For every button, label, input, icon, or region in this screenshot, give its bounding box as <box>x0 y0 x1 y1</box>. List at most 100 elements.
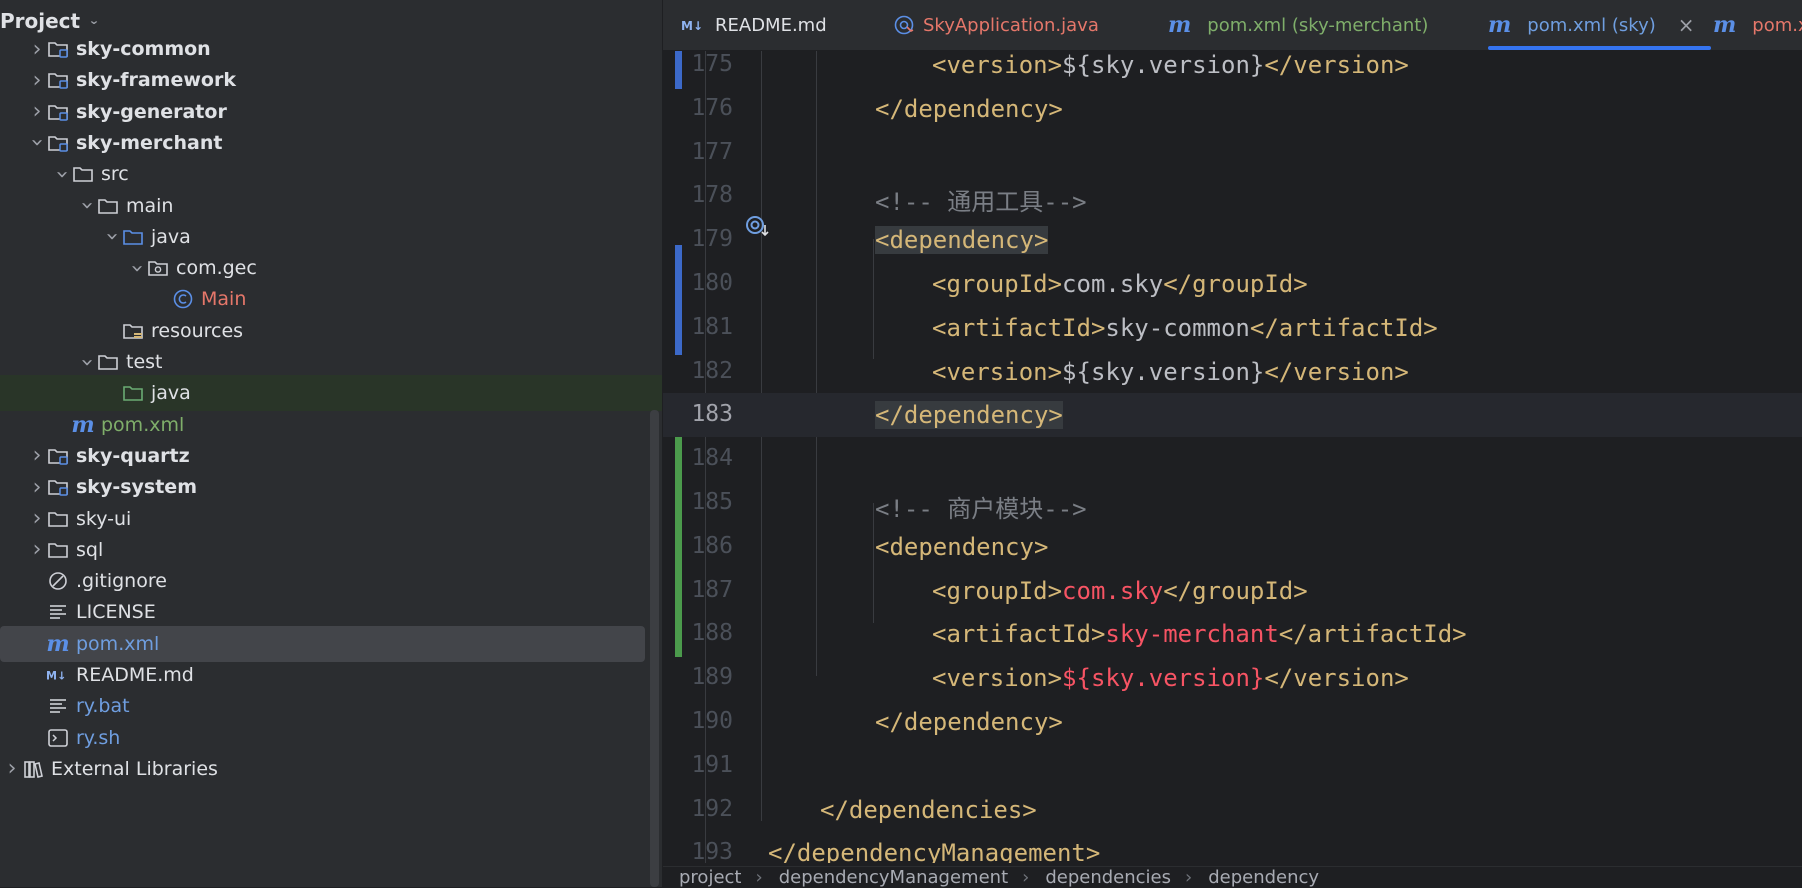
spring-boot-icon <box>893 14 915 36</box>
line-number: 176 <box>691 94 733 121</box>
code-line[interactable]: 182 <version>${sky.version}</version> <box>663 350 1802 394</box>
code-line[interactable]: 180 <groupId>com.sky</groupId> <box>663 262 1802 306</box>
code-line[interactable]: 185 <!-- 商户模块--> <box>663 481 1802 525</box>
tab-skyapplication-java[interactable]: SkyApplication.java <box>893 0 1099 50</box>
chevron-right-icon: › <box>755 867 763 888</box>
svg-text:↓: ↓ <box>57 670 66 683</box>
chevron-down-icon[interactable]: › <box>25 134 50 152</box>
line-number: 185 <box>691 489 733 515</box>
code-text: <groupId>com.sky</groupId> <box>932 270 1308 298</box>
breadcrumb-item[interactable]: dependencies <box>1045 867 1171 888</box>
tab-readme-md[interactable]: M ↓ README.md <box>681 0 827 50</box>
code-editor[interactable]: 175 <version>${sky.version}</version> 176 <… <box>663 51 1802 863</box>
tab-pom-xml-sky-merchant-[interactable]: m pom.xml (sky-merchant) <box>1168 0 1428 50</box>
chevron-right-icon[interactable]: › <box>28 475 46 500</box>
code-token: <artifactId> <box>932 313 1106 342</box>
code-line[interactable]: 192 </dependencies> <box>663 788 1802 832</box>
line-number: 178 <box>691 182 733 209</box>
code-line[interactable]: 187 <groupId>com.sky</groupId> <box>663 569 1802 613</box>
chevron-right-icon: › <box>1185 867 1193 888</box>
chevron-down-icon[interactable]: › <box>125 259 150 277</box>
code-line[interactable]: 177 <box>663 131 1802 175</box>
code-token: <version> <box>932 357 1063 386</box>
tree-item-label: sky-framework <box>76 69 236 92</box>
code-text: <!-- 通用工具--> <box>875 182 1087 217</box>
chevron-right-icon[interactable]: › <box>28 443 46 468</box>
chevron-right-icon[interactable]: › <box>28 537 46 562</box>
breadcrumb: project › dependencyManagement › dependencie… <box>663 866 1802 888</box>
line-number: 189 <box>691 664 733 691</box>
code-line[interactable]: 190 </dependency> <box>663 700 1802 744</box>
java-class-icon <box>171 288 195 310</box>
code-line[interactable]: 179 <dependency> <box>663 218 1802 262</box>
tree-item-label: README.md <box>76 664 194 686</box>
tab-pom-x[interactable]: m pom.x <box>1713 0 1802 50</box>
chevron-down-icon[interactable]: ⌄ <box>88 15 100 28</box>
project-scrollbar[interactable] <box>650 410 659 887</box>
code-text: <dependency> <box>875 226 1049 255</box>
tree-item-label: LICENSE <box>76 601 156 624</box>
maven-icon: m <box>1713 12 1737 38</box>
tab-pom-xml-sky-[interactable]: m pom.xml (sky) × <box>1488 0 1711 50</box>
code-token: <groupId> <box>932 576 1063 605</box>
libraries-icon <box>21 758 45 780</box>
code-token: com.sky <box>1062 576 1164 605</box>
code-text: <version>${sky.version}</version> <box>932 51 1409 79</box>
code-line[interactable]: 176 </dependency> <box>663 87 1802 131</box>
code-token: <dependency> <box>875 532 1049 561</box>
close-icon[interactable]: × <box>1678 13 1695 37</box>
code-token: <version> <box>932 664 1063 693</box>
tree-item-external-libraries[interactable]: › External Libraries <box>0 751 645 787</box>
code-line[interactable]: 184 <box>663 437 1802 481</box>
line-number: 187 <box>691 576 733 603</box>
chevron-down-icon[interactable]: › <box>50 165 75 183</box>
code-line[interactable]: 175 <version>${sky.version}</version> <box>663 51 1802 87</box>
project-title: Project <box>0 9 81 33</box>
breadcrumb-item[interactable]: project <box>679 867 741 888</box>
tree-item-label: sky-ui <box>76 507 132 530</box>
code-line[interactable]: 189 <version>${sky.version}</version> <box>663 656 1802 700</box>
chevron-right-icon[interactable]: › <box>28 99 46 124</box>
line-number: 183 <box>691 401 733 428</box>
code-token: </version> <box>1264 664 1409 693</box>
code-text: <artifactId>sky-merchant</artifactId> <box>932 620 1467 648</box>
tree-item-label: sql <box>76 538 104 561</box>
code-line[interactable]: 178 <!-- 通用工具--> <box>663 174 1802 218</box>
code-line[interactable]: 193 </dependencyManagement> <box>663 831 1802 863</box>
shell-icon <box>46 727 70 749</box>
breadcrumb-item[interactable]: dependencyManagement <box>779 867 1008 888</box>
chevron-right-icon[interactable]: › <box>28 37 46 62</box>
code-line[interactable]: 188 <artifactId>sky-merchant</artifactId> <box>663 612 1802 656</box>
tree-item-license[interactable]: LICENSE <box>0 594 645 630</box>
code-line[interactable]: 183 </dependency> <box>663 393 1802 438</box>
chevron-right-icon[interactable]: › <box>3 756 21 781</box>
ignore-icon <box>46 570 70 592</box>
code-token: <dependency> <box>875 226 1049 255</box>
code-token: ${sky.version} <box>1062 51 1265 79</box>
line-number: 184 <box>691 445 733 472</box>
line-number: 182 <box>691 357 733 384</box>
code-line[interactable]: 191 <box>663 744 1802 788</box>
project-tool-window: Project ⌄ › sky-common › sky-framework › sky-… <box>0 0 663 887</box>
module-folder-icon <box>46 445 70 467</box>
maven-icon: m <box>1488 12 1512 38</box>
tree-item-label: sky-quartz <box>76 444 190 467</box>
breadcrumb-item[interactable]: dependency <box>1208 867 1319 888</box>
folder-icon <box>46 539 70 561</box>
code-text: </dependencyManagement> <box>768 839 1100 863</box>
code-line[interactable]: 181 <artifactId>sky-common</artifactId> <box>663 306 1802 350</box>
tree-item-label: sky-merchant <box>76 131 223 154</box>
tree-item-label: ry.sh <box>76 726 121 749</box>
code-line[interactable]: 186 <dependency> <box>663 525 1802 569</box>
chevron-down-icon[interactable]: › <box>100 228 125 246</box>
chevron-right-icon[interactable]: › <box>28 68 46 93</box>
code-token: <!-- 通用工具--> <box>875 188 1087 217</box>
tree-item-label: com.gec <box>176 257 257 280</box>
maven-icon: m <box>1168 12 1192 38</box>
line-number: 177 <box>691 138 733 165</box>
code-token: sky-common <box>1105 313 1250 342</box>
chevron-right-icon[interactable]: › <box>28 506 46 531</box>
line-number: 175 <box>691 51 733 77</box>
chevron-down-icon[interactable]: › <box>75 353 100 371</box>
chevron-down-icon[interactable]: › <box>75 197 100 215</box>
